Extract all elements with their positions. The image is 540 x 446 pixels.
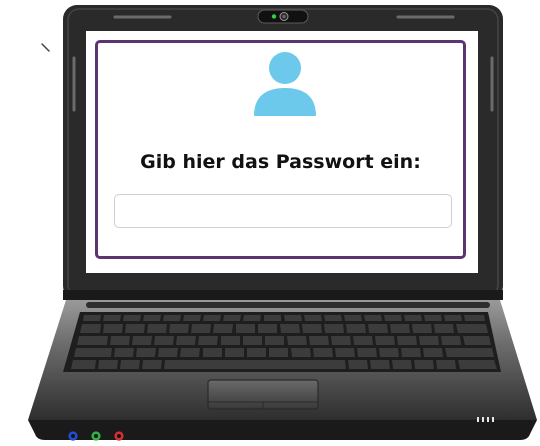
port-jack-green bbox=[91, 431, 101, 441]
password-input[interactable] bbox=[114, 194, 452, 228]
base-hinge-groove bbox=[86, 302, 490, 308]
laptop-front-edge bbox=[28, 420, 537, 440]
cable-mark bbox=[41, 43, 50, 52]
laptop-hinge bbox=[63, 290, 503, 300]
port-jack-red bbox=[114, 431, 124, 441]
port-jack-blue bbox=[68, 431, 78, 441]
webcam-icon bbox=[257, 9, 309, 24]
space-bar bbox=[164, 360, 346, 369]
user-icon bbox=[254, 52, 316, 116]
password-prompt: Gib hier das Passwort ein: bbox=[140, 151, 421, 173]
password-dialog: Gib hier das Passwort ein: bbox=[95, 40, 466, 259]
